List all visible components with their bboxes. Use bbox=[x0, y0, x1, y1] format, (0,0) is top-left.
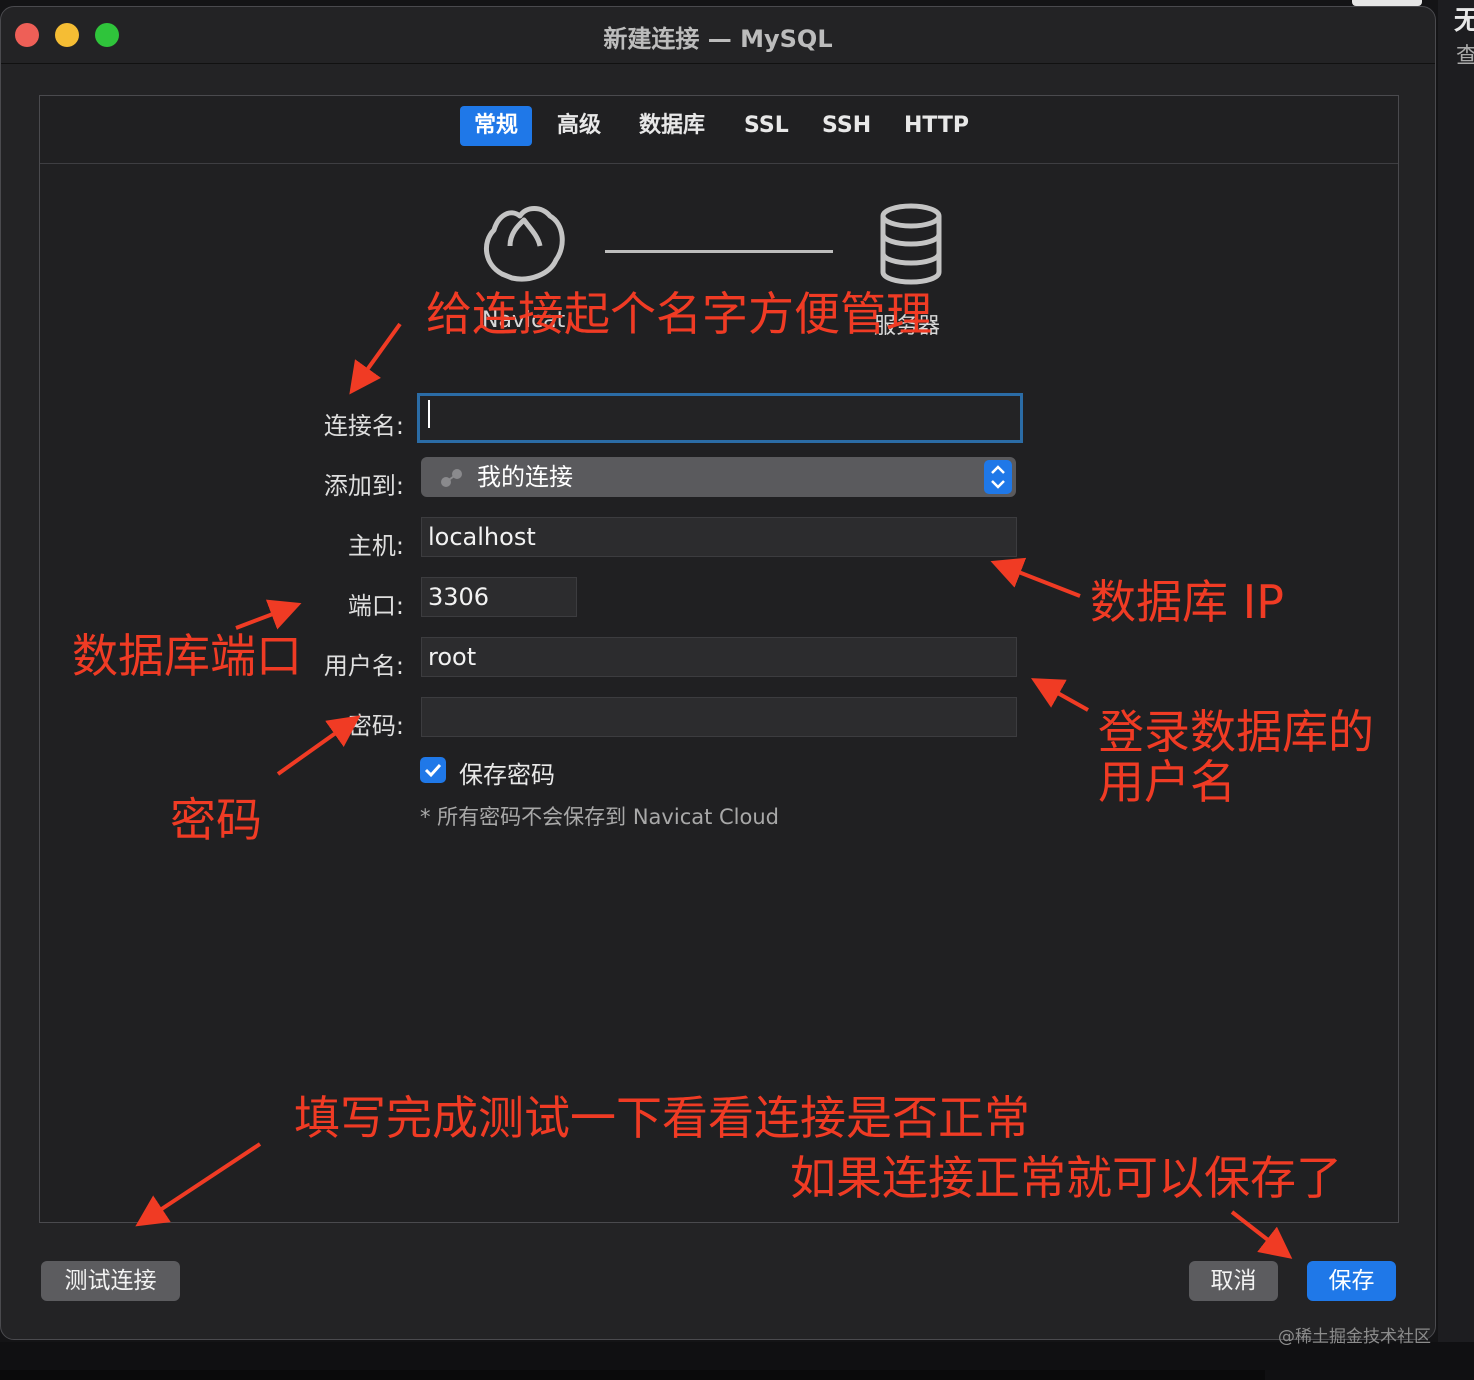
database-icon bbox=[880, 203, 942, 285]
annotation-port: 数据库端口 bbox=[72, 629, 302, 683]
navicat-icon bbox=[484, 206, 565, 282]
annotation-password: 密码 bbox=[170, 793, 262, 847]
annotation-test-line1: 填写完成测试一下看看连接是否正常 bbox=[294, 1091, 1030, 1145]
port-label: 端口: bbox=[347, 592, 404, 620]
connection-name-input[interactable] bbox=[417, 393, 1023, 443]
annotation-user-line2: 用户名 bbox=[1098, 755, 1236, 809]
port-input[interactable]: 3306 bbox=[421, 577, 577, 617]
tab-ssh[interactable]: SSH bbox=[808, 106, 885, 146]
background-strip bbox=[0, 1342, 1474, 1380]
background-glyph: 无 bbox=[1454, 6, 1474, 36]
checkmark-icon bbox=[424, 763, 442, 778]
window-title: 新建连接 — MySQL bbox=[603, 25, 833, 53]
connection-line bbox=[605, 250, 833, 253]
test-connection-button[interactable]: 测试连接 bbox=[41, 1261, 180, 1301]
tab-http[interactable]: HTTP bbox=[890, 106, 983, 146]
add-to-label: 添加到: bbox=[323, 472, 404, 500]
select-stepper[interactable] bbox=[984, 460, 1012, 494]
tab-advanced[interactable]: 高级 bbox=[543, 106, 615, 146]
save-password-checkbox[interactable] bbox=[420, 757, 446, 783]
host-input[interactable]: localhost bbox=[421, 517, 1017, 557]
add-to-select[interactable]: 我的连接 bbox=[421, 457, 1016, 497]
background-bar bbox=[0, 1370, 1265, 1380]
tab-general[interactable]: 常规 bbox=[460, 106, 533, 146]
save-password-label: 保存密码 bbox=[459, 761, 555, 789]
tab-ssl[interactable]: SSL bbox=[730, 106, 803, 146]
password-label: 密码: bbox=[347, 712, 404, 740]
background-glyph: 查 bbox=[1456, 44, 1474, 69]
password-input[interactable] bbox=[421, 697, 1017, 737]
annotation-ip: 数据库 IP bbox=[1090, 575, 1284, 629]
annotation-name: 给连接起个名字方便管理 bbox=[426, 287, 932, 341]
chevron-updown-icon bbox=[991, 465, 1005, 489]
connection-name-label: 连接名: bbox=[323, 412, 404, 440]
title-bar: 新建连接 — MySQL bbox=[1, 7, 1435, 64]
tab-bar: 常规 高级 数据库 SSL SSH HTTP bbox=[40, 96, 1398, 164]
host-label: 主机: bbox=[347, 532, 404, 560]
annotation-test-line2: 如果连接正常就可以保存了 bbox=[790, 1151, 1342, 1205]
background-window-edge: 无 查 bbox=[1438, 0, 1474, 1380]
add-to-value: 我的连接 bbox=[477, 463, 573, 491]
tab-database[interactable]: 数据库 bbox=[625, 106, 719, 146]
save-button[interactable]: 保存 bbox=[1307, 1261, 1396, 1301]
text-caret bbox=[428, 400, 430, 428]
cloud-note: * 所有密码不会保存到 Navicat Cloud bbox=[420, 805, 779, 829]
watermark: @稀土掘金技术社区 bbox=[1278, 1327, 1431, 1347]
group-icon bbox=[441, 469, 462, 487]
username-input[interactable]: root bbox=[421, 637, 1017, 677]
cancel-button[interactable]: 取消 bbox=[1189, 1261, 1278, 1301]
